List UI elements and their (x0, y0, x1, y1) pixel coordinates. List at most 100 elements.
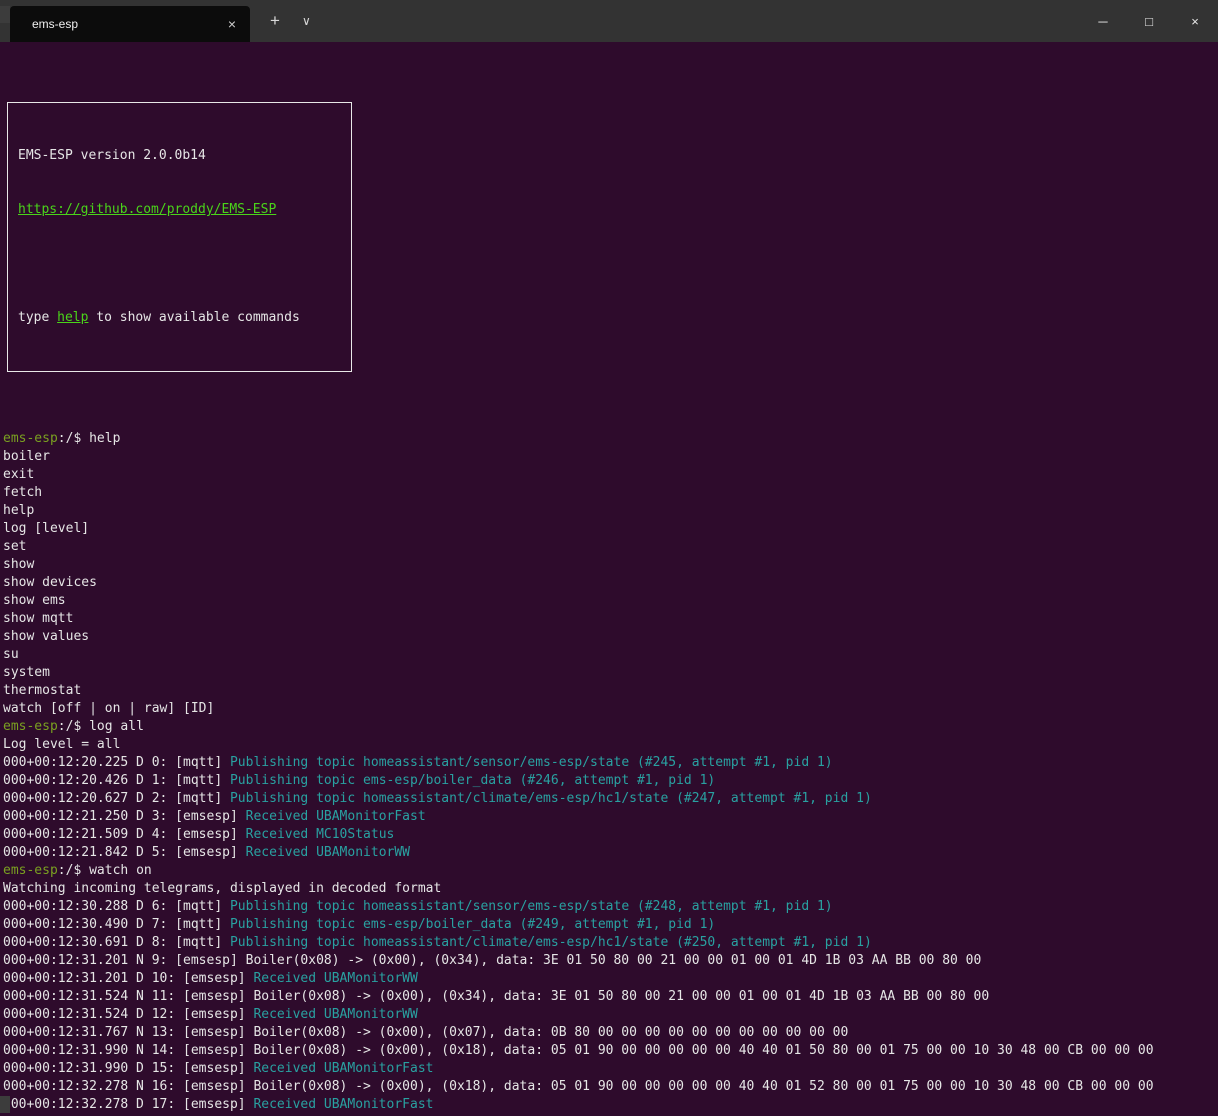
scrollbar-down-button[interactable] (0, 1096, 10, 1113)
terminal-text: Log level = all (3, 737, 120, 752)
terminal-content[interactable]: EMS-ESP version 2.0.0b14 https://github.… (0, 42, 1218, 1116)
terminal-text: log [level] (3, 521, 89, 536)
close-button[interactable]: × (1172, 0, 1218, 42)
terminal-line: Log level = all (3, 736, 1218, 754)
terminal-line: show devices (3, 574, 1218, 592)
terminal-line: 000+00:12:31.767 N 13: [emsesp] Boiler(0… (3, 1024, 1218, 1042)
terminal-text: :/$ help (58, 431, 121, 446)
terminal-line: Watching incoming telegrams, displayed i… (3, 880, 1218, 898)
terminal-lines: ems-esp:/$ helpboilerexitfetchhelplog [l… (3, 430, 1218, 1116)
help-link[interactable]: help (57, 310, 88, 325)
terminal-line: 000+00:12:20.627 D 2: [mqtt] Publishing … (3, 790, 1218, 808)
terminal-line: system (3, 664, 1218, 682)
terminal-text: Publishing topic homeassistant/sensor/em… (230, 755, 833, 770)
terminal-text: Received UBAMonitorWW (253, 1007, 417, 1022)
maximize-button[interactable]: □ (1126, 0, 1172, 42)
terminal-line: show values (3, 628, 1218, 646)
version-banner: EMS-ESP version 2.0.0b14 https://github.… (7, 102, 352, 372)
terminal-text: Received UBAMonitorFast (246, 809, 426, 824)
terminal-text: Publishing topic ems-esp/boiler_data (#2… (230, 917, 715, 932)
terminal-line: 000+00:12:31.201 N 9: [emsesp] Boiler(0x… (3, 952, 1218, 970)
terminal-text: 000+00:12:32.278 D 17: [emsesp] (3, 1097, 253, 1112)
terminal-line: fetch (3, 484, 1218, 502)
terminal-text: Received MC10Status (246, 827, 395, 842)
terminal-text: 000+00:12:31.990 D 15: [emsesp] (3, 1061, 253, 1076)
terminal-text: Received UBAMonitorFast (253, 1061, 433, 1076)
terminal-line: exit (3, 466, 1218, 484)
terminal-text: 000+00:12:20.426 D 1: [mqtt] (3, 773, 230, 788)
terminal-line: show mqtt (3, 610, 1218, 628)
titlebar: ems-esp × + ∨ ─ □ × (0, 0, 1218, 42)
banner-version-text: EMS-ESP version 2.0.0b14 (18, 147, 341, 165)
terminal-text: 000+00:12:20.225 D 0: [mqtt] (3, 755, 230, 770)
terminal-text: ems-esp (3, 863, 58, 878)
terminal-text: boiler (3, 449, 50, 464)
new-tab-button[interactable]: + (258, 9, 292, 33)
terminal-text: exit (3, 467, 34, 482)
terminal-text: 000+00:12:21.842 D 5: [emsesp] (3, 845, 246, 860)
tab-close-icon[interactable]: × (222, 16, 242, 32)
terminal-text: su (3, 647, 19, 662)
terminal-text: help (3, 503, 34, 518)
terminal-text: thermostat (3, 683, 81, 698)
terminal-text: show mqtt (3, 611, 73, 626)
scrollbar-up-button[interactable] (0, 6, 10, 23)
terminal-text: 000+00:12:21.250 D 3: [emsesp] (3, 809, 246, 824)
terminal-text: 000+00:12:31.524 N 11: [emsesp] Boiler(0… (3, 989, 989, 1004)
terminal-text: set (3, 539, 26, 554)
terminal-text: ems-esp (3, 719, 58, 734)
terminal-text: Received UBAMonitorWW (253, 971, 417, 986)
terminal-text: show (3, 557, 34, 572)
terminal-line: 000+00:12:31.524 N 11: [emsesp] Boiler(0… (3, 988, 1218, 1006)
terminal-text: 000+00:12:20.627 D 2: [mqtt] (3, 791, 230, 806)
minimize-button[interactable]: ─ (1080, 0, 1126, 42)
terminal-line: show ems (3, 592, 1218, 610)
terminal-line: 000+00:12:31.990 N 14: [emsesp] Boiler(0… (3, 1042, 1218, 1060)
terminal-line: watch [off | on | raw] [ID] (3, 700, 1218, 718)
terminal-text: 000+00:12:21.509 D 4: [emsesp] (3, 827, 246, 842)
terminal-text: show ems (3, 593, 66, 608)
terminal-text: 000+00:12:30.691 D 8: [mqtt] (3, 935, 230, 950)
terminal-line: 000+00:12:21.509 D 4: [emsesp] Received … (3, 826, 1218, 844)
terminal-line: ems-esp:/$ help (3, 430, 1218, 448)
terminal-text: Watching incoming telegrams, displayed i… (3, 881, 441, 896)
terminal-line: su (3, 646, 1218, 664)
terminal-text: watch [off | on | raw] [ID] (3, 701, 214, 716)
terminal-line: 000+00:12:20.225 D 0: [mqtt] Publishing … (3, 754, 1218, 772)
tab-label: ems-esp (32, 17, 222, 31)
terminal-line: ems-esp:/$ watch on (3, 862, 1218, 880)
terminal-line: log [level] (3, 520, 1218, 538)
terminal-line: 000+00:12:21.250 D 3: [emsesp] Received … (3, 808, 1218, 826)
terminal-line: 000+00:12:30.691 D 8: [mqtt] Publishing … (3, 934, 1218, 952)
terminal-text: Received UBAMonitorWW (246, 845, 410, 860)
github-link[interactable]: https://github.com/proddy/EMS-ESP (18, 202, 276, 217)
terminal-text: Received UBAMonitorFast (253, 1097, 433, 1112)
tab-ems-esp[interactable]: ems-esp × (10, 6, 250, 42)
terminal-text: :/$ log all (58, 719, 144, 734)
terminal-text: ems-esp (3, 431, 58, 446)
terminal-line: boiler (3, 448, 1218, 466)
terminal-text: 000+00:12:31.201 D 10: [emsesp] (3, 971, 253, 986)
terminal-text: show values (3, 629, 89, 644)
banner-help-text: type help to show available commands (18, 309, 341, 327)
terminal-line: 000+00:12:21.842 D 5: [emsesp] Received … (3, 844, 1218, 862)
terminal-text: 000+00:12:31.524 D 12: [emsesp] (3, 1007, 253, 1022)
terminal-line: 000+00:12:20.426 D 1: [mqtt] Publishing … (3, 772, 1218, 790)
terminal-text: 000+00:12:31.767 N 13: [emsesp] Boiler(0… (3, 1025, 848, 1040)
terminal-text: show devices (3, 575, 97, 590)
terminal-text: 000+00:12:30.288 D 6: [mqtt] (3, 899, 230, 914)
banner-blank-line (18, 255, 341, 273)
terminal-line: 000+00:12:32.278 D 17: [emsesp] Received… (3, 1096, 1218, 1114)
terminal-text: Publishing topic homeassistant/climate/e… (230, 791, 872, 806)
terminal-text: fetch (3, 485, 42, 500)
terminal-line: help (3, 502, 1218, 520)
terminal-line: thermostat (3, 682, 1218, 700)
terminal-line: 000+00:12:31.201 D 10: [emsesp] Received… (3, 970, 1218, 988)
terminal-text: 000+00:12:32.278 N 16: [emsesp] Boiler(0… (3, 1079, 1154, 1094)
tab-dropdown-icon[interactable]: ∨ (292, 12, 321, 30)
banner-help-pre: type (18, 310, 57, 325)
terminal-text: Publishing topic homeassistant/sensor/em… (230, 899, 833, 914)
terminal-text: Publishing topic ems-esp/boiler_data (#2… (230, 773, 715, 788)
terminal-line: ems-esp:/$ log all (3, 718, 1218, 736)
titlebar-drag-area (321, 0, 1080, 42)
